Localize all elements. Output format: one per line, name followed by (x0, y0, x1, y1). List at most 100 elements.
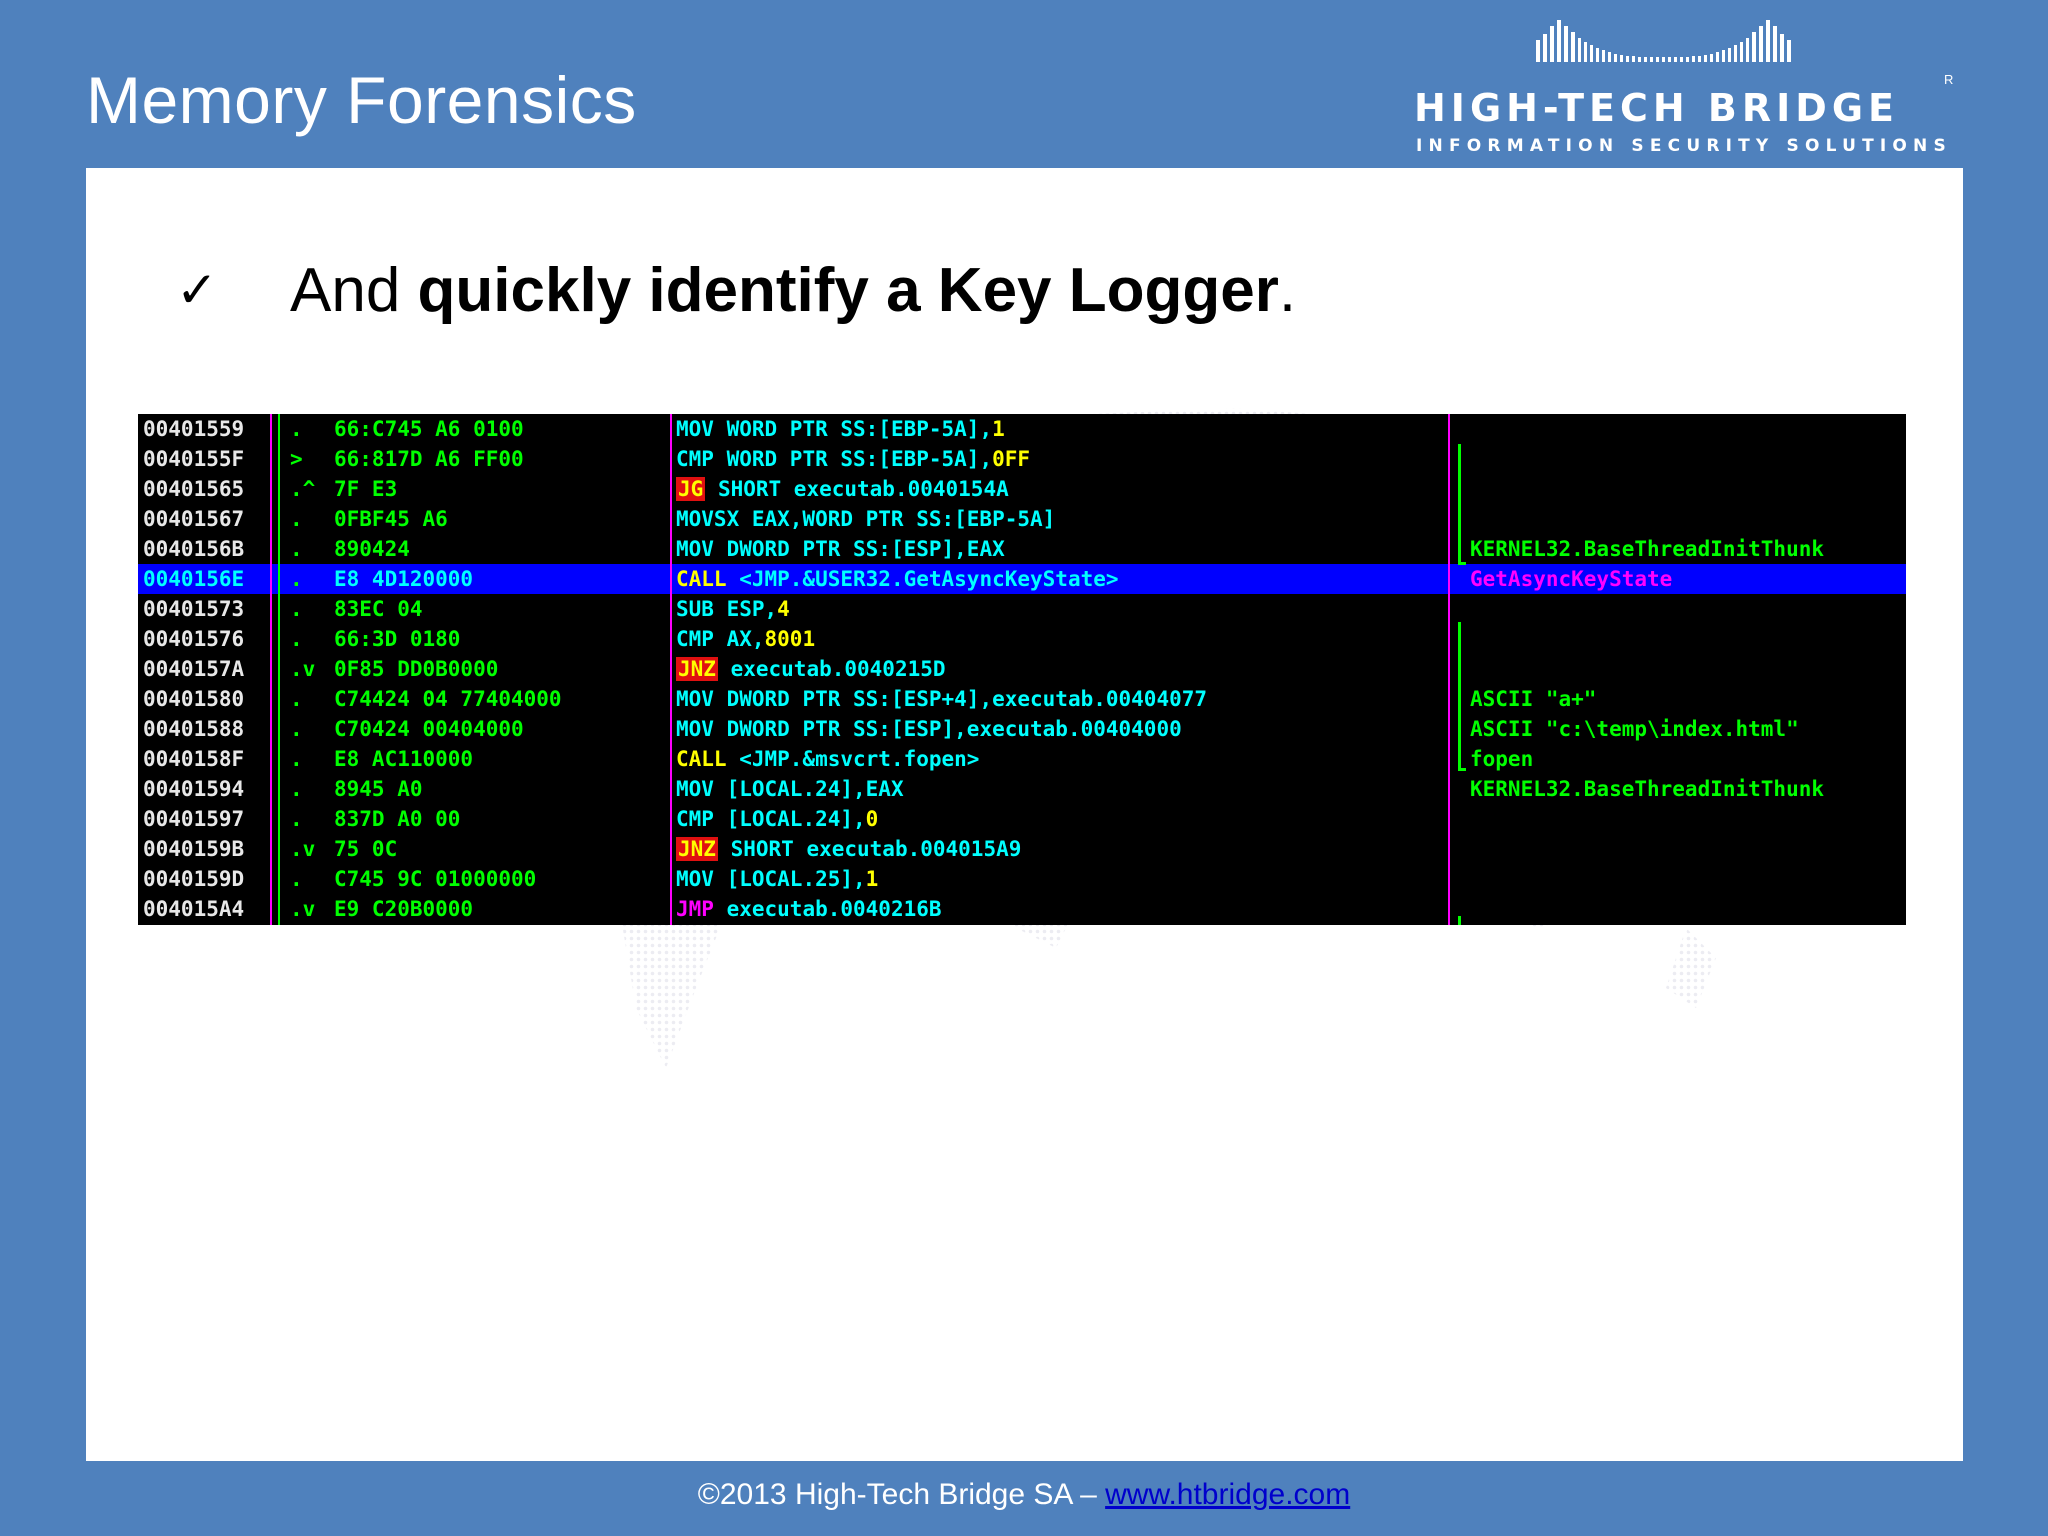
disasm-jump-marker: . (290, 537, 303, 561)
bullet-text-prefix: And (290, 255, 418, 325)
disasm-address: 0040156E (143, 567, 245, 591)
disasm-row: 0040157A .v 0F85 DD0B0000 JNZ executab.0040… (138, 654, 1906, 684)
disasm-jump-marker: . (290, 507, 303, 531)
disasm-instruction: SUB ESP,4 (676, 594, 790, 624)
slide-title: Memory Forensics (86, 63, 637, 137)
disasm-opcode: MOV (676, 717, 714, 741)
disasm-hex-bytes: 837D A0 00 (334, 807, 461, 831)
disasm-row: 00401565 .^ 7F E3 JG SHORT executab.0040154… (138, 474, 1906, 504)
disasm-jump-marker: . (290, 807, 303, 831)
disasm-operands: SHORT executab.0040154A (705, 477, 1009, 501)
disasm-operands: ESP, (713, 597, 778, 621)
disasm-row: 0040156E. E8 4D120000 CALL <JMP.&USER32.Ge… (138, 564, 1906, 594)
disasm-operands: DWORD PTR SS:[ESP+4],executab.00404077 (713, 687, 1208, 711)
disasm-operands: WORD PTR SS:[EBP-5A], (713, 417, 993, 441)
disasm-address: 0040159B (143, 837, 245, 861)
checkmark-icon: ✓ (176, 261, 218, 319)
disasm-opcode: MOV (676, 867, 714, 891)
disasm-jump-marker: . (290, 717, 303, 741)
disasm-operands: DWORD PTR SS:[ESP],executab.00404000 (713, 717, 1182, 741)
disasm-immediate: 1 (992, 417, 1005, 441)
company-logo: HIGH-TECH BRIDGE R INFORMATION SECURITY … (1412, 14, 1968, 156)
disasm-hex-bytes: C70424 00404000 (334, 717, 524, 741)
disasm-hex-bytes: 66:3D 0180 (334, 627, 461, 651)
disasm-hex-bytes: 0FBF45 A6 (334, 507, 448, 531)
column-divider (278, 414, 280, 925)
disasm-hex-bytes: 7F E3 (334, 477, 398, 501)
disasm-hex-bytes: 890424 (334, 537, 410, 561)
disasm-hex-bytes: 8945 A0 (334, 777, 423, 801)
disasm-row: 00401580. C74424 04 77404000 MOV DWORD PTR… (138, 684, 1906, 714)
column-divider (270, 414, 272, 925)
disasm-comment: ASCII "a+" (1470, 687, 1597, 711)
disasm-opcode: CMP (676, 627, 714, 651)
bullet-point: ✓ And quickly identify a Key Logger. (176, 250, 1296, 330)
disasm-operands: executab.0040216B (713, 897, 942, 921)
disasm-hex-bytes: 66:C745 A6 0100 (334, 417, 524, 441)
disasm-instruction: CALL <JMP.&msvcrt.fopen> (676, 744, 979, 774)
disasm-opcode: CMP (676, 807, 714, 831)
call-bracket-line (1458, 444, 1461, 564)
disasm-jump-marker: .^ (290, 477, 316, 501)
disasm-opcode: JG (676, 477, 706, 501)
logo-brand-text: HIGH-TECH BRIDGE (1414, 86, 1899, 130)
disasm-comment: fopen (1470, 747, 1534, 771)
disasm-address: 00401594 (143, 777, 245, 801)
disasm-instruction: MOV WORD PTR SS:[EBP-5A],1 (676, 414, 1005, 444)
disassembly-screenshot: 004015A4 .v E9 C20B0000 JMP executab.004021… (138, 414, 1906, 925)
disasm-hex-bytes: E8 4D120000 (334, 567, 474, 591)
disasm-instruction: MOV DWORD PTR SS:[ESP],executab.00404000 (676, 714, 1182, 744)
disasm-immediate: 4 (777, 597, 790, 621)
disasm-immediate: 0FF (992, 447, 1031, 471)
disasm-instruction: MOV DWORD PTR SS:[ESP+4],executab.004040… (676, 684, 1207, 714)
column-divider (670, 414, 672, 925)
footer: ©2013 High-Tech Bridge SA – www.htbridge… (0, 1478, 2048, 1512)
disasm-hex-bytes: C74424 04 77404000 (334, 687, 562, 711)
disasm-address: 00401573 (143, 597, 245, 621)
bullet-text: And quickly identify a Key Logger. (290, 255, 1296, 326)
disasm-opcode: JNZ (676, 837, 718, 861)
disasm-jump-marker: .v (290, 897, 316, 921)
disasm-jump-marker: . (290, 417, 303, 441)
disasm-address: 00401597 (143, 807, 245, 831)
disasm-address: 0040157A (143, 657, 245, 681)
disasm-row: 00401573. 83EC 04 SUB ESP,4 (138, 594, 1906, 624)
disasm-operands: executab.0040215D (717, 657, 946, 681)
disasm-address: 004015A4 (143, 897, 245, 921)
disasm-comment: GetAsyncKeyState (1470, 567, 1673, 591)
disasm-hex-bytes: E9 C20B0000 (334, 897, 474, 921)
disasm-comment: ASCII "c:\temp\index.html" (1470, 717, 1799, 741)
disasm-address: 0040159D (143, 867, 245, 891)
disasm-instruction: JMP executab.0040216B (676, 894, 942, 924)
website-link[interactable]: www.htbridge.com (1105, 1478, 1350, 1511)
registered-mark: R (1944, 72, 1954, 87)
disasm-address: 00401576 (143, 627, 245, 651)
disasm-instruction: MOV [LOCAL.24],EAX (676, 774, 904, 804)
disasm-opcode: CMP (676, 447, 714, 471)
call-bracket-tick (1458, 768, 1466, 771)
disasm-operands: [LOCAL.24], (713, 807, 866, 831)
disasm-jump-marker: . (290, 687, 303, 711)
disasm-hex-bytes: 0F85 DD0B0000 (334, 657, 499, 681)
call-bracket-tick (1458, 562, 1466, 565)
disasm-operands: [LOCAL.25], (713, 867, 866, 891)
disasm-opcode: MOV (676, 777, 714, 801)
disasm-operands: [LOCAL.24],EAX (713, 777, 904, 801)
disasm-opcode: MOV (676, 687, 714, 711)
disasm-opcode: MOV (676, 537, 714, 561)
disasm-address: 0040158F (143, 747, 245, 771)
disasm-row: 0040159B .v 75 0C JNZ SHORT executab.004015… (138, 834, 1906, 864)
disasm-row: 0040159D. C745 9C 01000000 MOV [LOCAL.25],… (138, 864, 1906, 894)
disasm-row: 00401594. 8945 A0 MOV [LOCAL.24],EAX KERNEL… (138, 774, 1906, 804)
disasm-operands: <JMP.&USER32.GetAsyncKeyState> (726, 567, 1119, 591)
disasm-address: 00401565 (143, 477, 245, 501)
disasm-hex-bytes: C745 9C 01000000 (334, 867, 537, 891)
disasm-jump-marker: . (290, 627, 303, 651)
disasm-address: 00401588 (143, 717, 245, 741)
disasm-comment: KERNEL32.BaseThreadInitThunk (1470, 537, 1825, 561)
bridge-bars-icon (1536, 20, 1791, 62)
disasm-jump-marker: . (290, 867, 303, 891)
disasm-operands: AX, (713, 627, 765, 651)
disasm-address: 00401580 (143, 687, 245, 711)
disasm-row: 00401576. 66:3D 0180 CMP AX,8001 (138, 624, 1906, 654)
